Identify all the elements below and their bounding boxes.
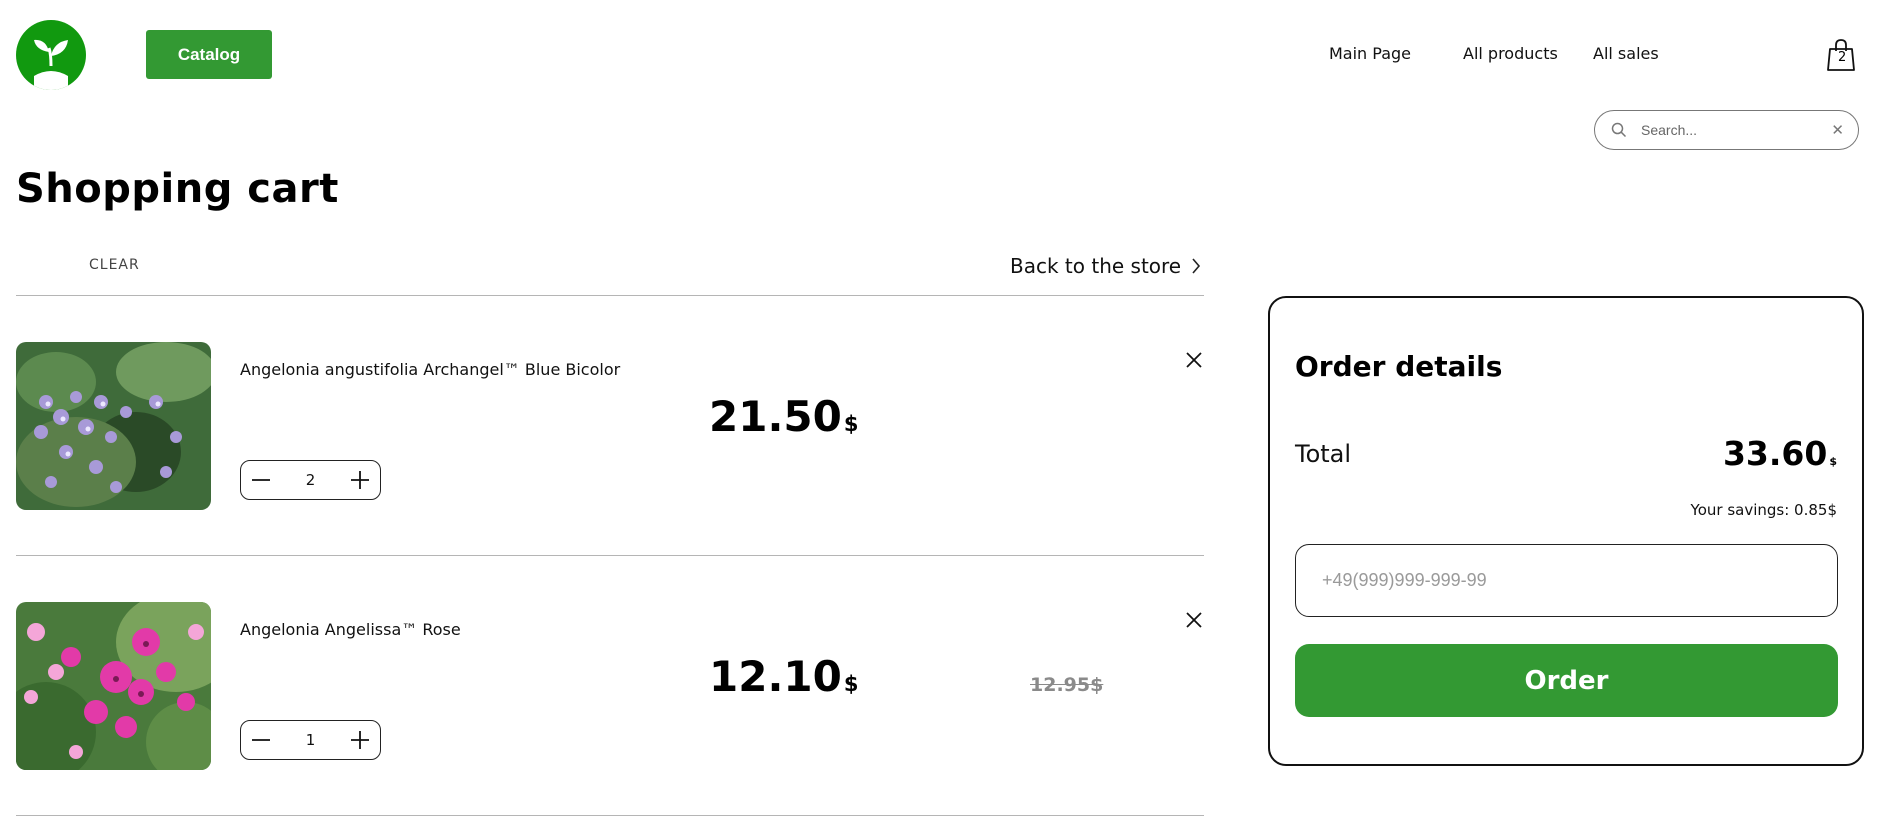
product-name[interactable]: Angelonia angustifolia Archangel™ Blue B… <box>240 360 620 379</box>
plus-icon <box>351 471 369 489</box>
savings-text: Your savings: 0.85$ <box>1690 501 1837 519</box>
divider <box>16 555 1204 556</box>
price-value: 21.50 <box>709 392 842 441</box>
back-to-store-label: Back to the store <box>1010 254 1182 278</box>
decrease-quantity-button[interactable] <box>241 461 281 499</box>
product-price: 12.10$ <box>709 652 858 701</box>
nav-all-sales[interactable]: All sales <box>1593 44 1659 63</box>
page-title: Shopping cart <box>16 166 339 212</box>
remove-item-close-icon[interactable] <box>1182 348 1206 372</box>
search-clear-icon[interactable]: ✕ <box>1831 121 1844 139</box>
decrease-quantity-button[interactable] <box>241 721 281 759</box>
old-price: 12.95$ <box>1030 674 1104 696</box>
price-currency: $ <box>843 672 859 696</box>
total-value: 33.60 $ <box>1723 434 1837 473</box>
nav-main-page[interactable]: Main Page <box>1329 44 1411 63</box>
product-name[interactable]: Angelonia Angelissa™ Rose <box>240 620 461 639</box>
quantity-stepper: 2 <box>240 460 381 500</box>
plus-icon <box>351 731 369 749</box>
phone-input[interactable] <box>1295 544 1838 617</box>
quantity-value[interactable]: 1 <box>281 731 340 749</box>
order-button[interactable]: Order <box>1295 644 1838 717</box>
product-image[interactable] <box>16 342 211 510</box>
quantity-value[interactable]: 2 <box>281 471 340 489</box>
divider <box>16 815 1204 816</box>
increase-quantity-button[interactable] <box>340 721 380 759</box>
cart-count-badge: 2 <box>1838 50 1847 65</box>
total-label: Total <box>1295 440 1352 468</box>
cart-item: Angelonia angustifolia Archangel™ Blue B… <box>16 342 1204 510</box>
plant-logo[interactable] <box>16 20 86 90</box>
back-to-store-link[interactable]: Back to the store <box>1010 254 1201 278</box>
quantity-stepper: 1 <box>240 720 381 760</box>
chevron-right-icon <box>1192 258 1201 274</box>
divider <box>16 295 1204 296</box>
price-currency: $ <box>843 412 859 436</box>
search-icon <box>1611 122 1627 138</box>
total-amount: 33.60 <box>1722 434 1828 473</box>
minus-icon <box>252 479 270 481</box>
cart-item: Angelonia Angelissa™ Rose 12.10$ 12.95$ … <box>16 602 1204 770</box>
product-price: 21.50$ <box>709 392 858 441</box>
minus-icon <box>252 739 270 741</box>
clear-cart-button[interactable]: CLEAR <box>89 257 140 273</box>
search-input[interactable] <box>1641 122 1821 138</box>
price-value: 12.10 <box>709 652 842 701</box>
order-details-panel: Order details Total 33.60 $ Your savings:… <box>1268 296 1864 766</box>
search-bar[interactable]: ✕ <box>1594 110 1859 150</box>
nav-all-products[interactable]: All products <box>1463 44 1558 63</box>
increase-quantity-button[interactable] <box>340 461 380 499</box>
order-details-title: Order details <box>1295 350 1503 383</box>
remove-item-close-icon[interactable] <box>1182 608 1206 632</box>
product-image[interactable] <box>16 602 211 770</box>
total-currency: $ <box>1829 455 1837 468</box>
catalog-button[interactable]: Catalog <box>146 30 272 79</box>
